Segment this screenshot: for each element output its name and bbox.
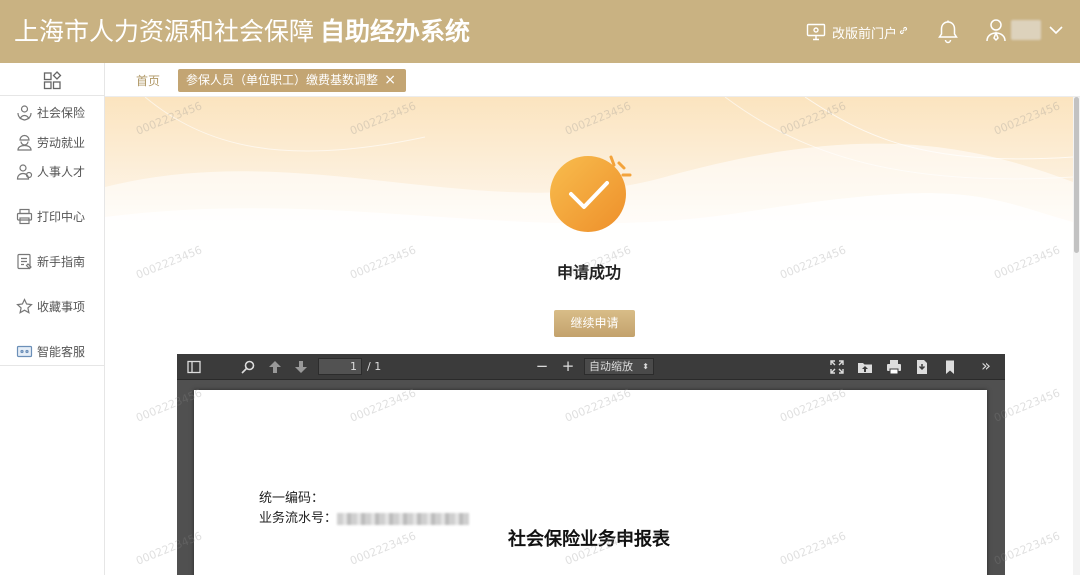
success-message: 申请成功: [556, 263, 621, 282]
sidebar-toggle-icon[interactable]: [186, 359, 202, 375]
sidebar-item-social-insurance[interactable]: 社会保险: [16, 102, 85, 122]
link-icon: [899, 26, 914, 38]
printer-icon: [16, 208, 33, 224]
pdf-serial-number-line: 业务流水号：: [259, 507, 470, 526]
worker-icon: [17, 134, 32, 151]
pdf-unified-code-label: 统一编码：: [259, 491, 325, 506]
user-menu[interactable]: [985, 18, 1063, 42]
chevron-down-icon: [1049, 26, 1063, 35]
zoom-select-value: 自动缩放: [589, 360, 633, 373]
pdf-viewer: / 1 − + 自动缩放 ⬍ » 统一编码： 业务流水号： 社会保险业务申报表: [177, 354, 1005, 575]
page-scrollbar[interactable]: [1073, 97, 1080, 575]
zoom-out-button[interactable]: −: [534, 357, 550, 375]
app-title-main: 上海市人力资源和社会保障: [14, 17, 315, 46]
sidebar-item-print-center[interactable]: 打印中心: [16, 206, 85, 226]
sidebar-item-label: 劳动就业: [37, 135, 86, 150]
continue-apply-button[interactable]: 继续申请: [554, 310, 635, 337]
guide-icon: [17, 253, 32, 269]
next-page-icon[interactable]: [293, 359, 309, 375]
pdf-unified-code-line: 统一编码：: [259, 487, 324, 506]
user-icon: [986, 19, 1006, 42]
apps-grid-icon[interactable]: [43, 71, 63, 95]
sidebar-item-label: 社会保险: [37, 105, 86, 120]
old-portal-label: 改版前门户: [832, 26, 898, 42]
pdf-serial-number-label: 业务流水号：: [259, 511, 338, 526]
main-content: 申请成功 继续申请 / 1 − + 自动缩放 ⬍ » 统一编码：: [105, 97, 1073, 575]
bookmark-icon[interactable]: [942, 359, 958, 375]
people-icon: [16, 163, 33, 180]
sidebar-item-guide[interactable]: 新手指南: [16, 251, 85, 271]
previous-page-icon[interactable]: [267, 359, 283, 375]
top-header: 上海市人力资源和社会保障 自助经办系统 改版前门户: [0, 0, 1080, 63]
pdf-toolbar: / 1 − + 自动缩放 ⬍ »: [177, 354, 1005, 380]
sidebar-item-label: 打印中心: [37, 209, 86, 224]
success-check-icon: [550, 155, 632, 232]
old-portal-link[interactable]: 改版前门户: [806, 20, 914, 44]
robot-icon: [16, 345, 33, 357]
more-tools-icon[interactable]: »: [978, 357, 994, 375]
open-file-icon[interactable]: [857, 359, 873, 375]
monitor-icon: [806, 23, 826, 41]
pdf-document-title: 社会保险业务申报表: [508, 529, 670, 550]
tab-bar: 首页 参保人员（单位职工）缴费基数调整 ×: [105, 63, 1080, 97]
sidebar-item-label: 收藏事项: [37, 299, 86, 314]
app-title: 上海市人力资源和社会保障 自助经办系统: [14, 14, 470, 50]
sidebar-item-favorites[interactable]: 收藏事项: [16, 296, 85, 316]
sidebar: 社会保险 劳动就业 人事人才 打印中心 新手指南 收藏事项 智能客服: [0, 63, 105, 575]
username-redacted: [1011, 20, 1041, 40]
serial-number-redacted: [337, 512, 470, 525]
search-icon[interactable]: [240, 359, 256, 375]
notification-bell-icon[interactable]: [936, 19, 960, 45]
pdf-page: 统一编码： 业务流水号： 社会保险业务申报表: [194, 390, 987, 575]
star-icon: [16, 297, 33, 314]
page-number-input[interactable]: [318, 358, 362, 375]
select-arrows-icon: ⬍: [642, 362, 649, 371]
close-tab-icon[interactable]: ×: [384, 69, 396, 92]
download-icon[interactable]: [914, 359, 930, 375]
sidebar-item-label: 人事人才: [37, 164, 86, 179]
sidebar-item-label: 智能客服: [37, 344, 86, 359]
tab-home[interactable]: 首页: [136, 72, 160, 89]
tab-label: 参保人员（单位职工）缴费基数调整: [186, 73, 379, 87]
tab-contribution-base-adjustment[interactable]: 参保人员（单位职工）缴费基数调整 ×: [178, 69, 406, 92]
page-total: / 1: [367, 360, 382, 373]
shield-person-icon: [17, 104, 32, 121]
sidebar-item-personnel[interactable]: 人事人才: [16, 161, 85, 181]
sidebar-item-employment[interactable]: 劳动就业: [16, 132, 85, 152]
fullscreen-icon[interactable]: [829, 359, 845, 375]
print-icon[interactable]: [886, 359, 902, 375]
sidebar-item-smart-service[interactable]: 智能客服: [16, 341, 85, 361]
sidebar-divider: [0, 365, 104, 366]
scrollbar-thumb[interactable]: [1074, 97, 1079, 253]
app-title-sub: 自助经办系统: [320, 17, 471, 46]
sidebar-divider: [0, 95, 104, 96]
zoom-select[interactable]: 自动缩放 ⬍: [584, 358, 654, 375]
sidebar-item-label: 新手指南: [37, 254, 86, 269]
zoom-in-button[interactable]: +: [560, 357, 576, 375]
